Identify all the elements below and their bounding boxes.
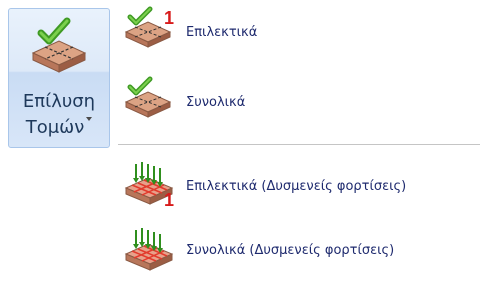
solve-sections-ribbon-button[interactable]: Επίλυση Τομών bbox=[8, 8, 110, 148]
menu-item-label: Επιλεκτικά bbox=[186, 25, 258, 40]
menu-item-total[interactable]: Συνολικά bbox=[118, 76, 486, 128]
dropdown-root: Επίλυση Τομών 1 Επιλεκτικά Συνολικά 1 Επ… bbox=[0, 0, 486, 288]
solve-sections-menu: 1 Επιλεκτικά Συνολικά 1 Επιλεκτικά (Δυσμ… bbox=[118, 0, 486, 288]
ribbon-label-line1: Επίλυση bbox=[22, 91, 96, 112]
slab-check-icon bbox=[124, 76, 172, 118]
slab-check-icon bbox=[31, 17, 87, 73]
badge-one: 1 bbox=[164, 8, 174, 28]
badge-one: 1 bbox=[164, 190, 174, 208]
menu-separator bbox=[118, 144, 480, 145]
menu-item-label: Συνολικά bbox=[186, 95, 246, 110]
menu-item-label: Συνολικά (Δυσμενείς φορτίσεις) bbox=[186, 243, 395, 258]
ribbon-label-text: Τομών bbox=[25, 117, 85, 138]
slab-loads-one-icon: 1 bbox=[124, 162, 174, 208]
slab-check-one-icon: 1 bbox=[124, 6, 174, 48]
menu-item-total-adverse-loads[interactable]: Συνολικά (Δυσμενείς φορτίσεις) bbox=[118, 226, 486, 278]
menu-item-label: Επιλεκτικά (Δυσμενείς φορτίσεις) bbox=[186, 179, 407, 194]
ribbon-label-line2: Τομών bbox=[9, 117, 109, 139]
menu-item-selective-adverse-loads[interactable]: 1 Επιλεκτικά (Δυσμενείς φορτίσεις) bbox=[118, 160, 486, 212]
slab-loads-icon bbox=[124, 228, 174, 271]
menu-item-selective[interactable]: 1 Επιλεκτικά bbox=[118, 6, 486, 58]
dropdown-arrow-icon[interactable] bbox=[86, 117, 93, 121]
